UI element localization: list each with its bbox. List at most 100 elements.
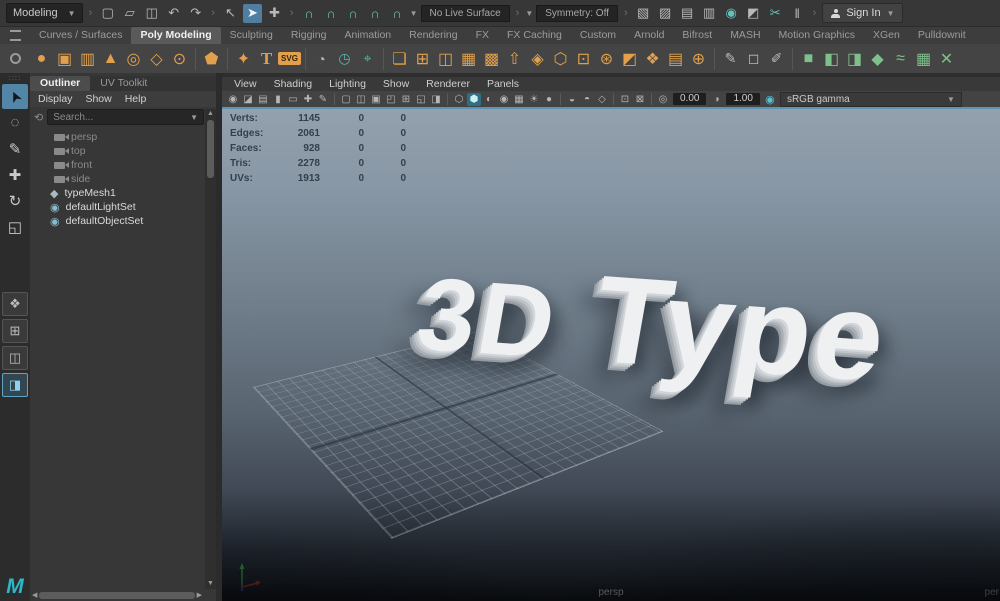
snap-curve-button[interactable]: ∩ <box>322 4 341 23</box>
shelf-tab-bifrost[interactable]: Bifrost <box>673 27 721 44</box>
tab-outliner[interactable]: Outliner <box>30 76 90 91</box>
svg-tool-icon[interactable]: SVG <box>278 47 301 71</box>
scroll-right-icon[interactable]: ▶ <box>197 591 202 599</box>
scale-tool-button[interactable]: ◱ <box>2 214 28 239</box>
list-item-typemesh1[interactable]: ◆typeMesh1 <box>30 186 216 200</box>
edit-handles-icon[interactable]: ◻ <box>742 47 765 71</box>
render-settings-button[interactable]: ▤ <box>678 4 697 23</box>
lock-camera-icon[interactable]: ◪ <box>241 93 255 106</box>
symmetry-field[interactable]: Symmetry: Off <box>536 5 618 22</box>
viewport-menu-view[interactable]: View <box>234 78 257 90</box>
select-camera-icon[interactable]: ◉ <box>226 93 240 106</box>
mirror-icon[interactable]: ◫ <box>434 47 457 71</box>
layout-split-h-icon[interactable]: ◱ <box>414 93 428 106</box>
snap-grid-button[interactable]: ∩ <box>300 4 319 23</box>
chevron-down-icon[interactable]: ▼ <box>410 9 418 18</box>
texture-bake-button[interactable]: ◉ <box>722 4 741 23</box>
layout-three-icon[interactable]: ◰ <box>384 93 398 106</box>
textured-mode-icon[interactable]: ◐ <box>482 93 496 106</box>
layout-two-pane-button[interactable]: ◫ <box>2 346 28 370</box>
isolate-select-icon[interactable]: ⊡ <box>618 93 632 106</box>
pan-zoom-icon[interactable]: ✚ <box>301 93 315 106</box>
multi-cut-icon[interactable]: ▩ <box>480 47 503 71</box>
curve-warp-icon[interactable]: ◔ <box>310 47 333 71</box>
ipr-render-button[interactable]: ▨ <box>656 4 675 23</box>
mash-breakout-icon[interactable]: ✕ <box>935 47 958 71</box>
wireframe-icon[interactable]: ⬡ <box>452 93 466 106</box>
target-weld-icon[interactable]: ⊡ <box>572 47 595 71</box>
shelf-tab-pulldownit[interactable]: Pulldownit <box>909 27 975 44</box>
shadows-icon[interactable]: ● <box>542 93 556 106</box>
move-to-origin-icon[interactable]: ⌖ <box>356 47 379 71</box>
bevel-icon[interactable]: ◈ <box>526 47 549 71</box>
viewport-menu-panels[interactable]: Panels <box>487 78 519 90</box>
time-editor-icon[interactable]: ◷ <box>333 47 356 71</box>
pause-button[interactable]: ‖ <box>788 4 807 23</box>
tab-uv-toolkit[interactable]: UV Toolkit <box>90 76 157 91</box>
quad-draw-icon[interactable]: ✐ <box>765 47 788 71</box>
outliner-menu-help[interactable]: Help <box>125 93 147 105</box>
shelf-tab-rigging[interactable]: Rigging <box>282 27 336 44</box>
shelf-tab-poly-modeling[interactable]: Poly Modeling <box>131 27 220 44</box>
combine-icon[interactable]: ❏ <box>388 47 411 71</box>
outliner-menu-show[interactable]: Show <box>85 93 111 105</box>
scrollbar-thumb[interactable] <box>207 120 214 178</box>
scroll-down-icon[interactable]: ▼ <box>207 579 214 589</box>
select-hierarchy-button[interactable]: ↖ <box>221 4 240 23</box>
snap-point-button[interactable]: ∩ <box>344 4 363 23</box>
list-item-top[interactable]: top <box>30 144 216 158</box>
shelf-menu-button[interactable] <box>0 27 30 44</box>
lights-icon[interactable]: ☀ <box>527 93 541 106</box>
poly-disc-icon[interactable]: ⊙ <box>168 47 191 71</box>
paint-select-tool-button[interactable]: ✎ <box>2 136 28 161</box>
sign-in-button[interactable]: Sign In ▼ <box>822 3 903 23</box>
scroll-left-icon[interactable]: ◀ <box>32 591 37 599</box>
shelf-tab-motion-graphics[interactable]: Motion Graphics <box>770 27 864 44</box>
new-scene-button[interactable]: ▢ <box>98 4 117 23</box>
chevron-down-icon[interactable]: ▼ <box>525 9 533 18</box>
scrollbar-thumb[interactable] <box>39 592 194 599</box>
layout-four-icon[interactable]: ⊞ <box>399 93 413 106</box>
exposure-field[interactable]: 0.00 <box>673 93 706 105</box>
image-plane-icon[interactable]: ▭ <box>286 93 300 106</box>
shelf-tab-curves-surfaces[interactable]: Curves / Surfaces <box>30 27 131 44</box>
layout-single-icon[interactable]: ▢ <box>339 93 353 106</box>
cut-ui-button[interactable]: ✂ <box>766 4 785 23</box>
camera-attributes-icon[interactable]: ▤ <box>256 93 270 106</box>
snap-projected-button[interactable]: ∩ <box>366 4 385 23</box>
layout-single-pane-button[interactable]: ❖ <box>2 292 28 316</box>
platonic-solid-icon[interactable]: ⬟ <box>200 47 223 71</box>
layout-four-pane-button[interactable]: ⊞ <box>2 319 28 343</box>
mash-grid-icon[interactable]: ▦ <box>912 47 935 71</box>
xray-icon[interactable]: ⊠ <box>633 93 647 106</box>
shelf-tab-fx[interactable]: FX <box>467 27 498 44</box>
exposure-icon[interactable]: ◎ <box>656 93 670 106</box>
shelf-tab-animation[interactable]: Animation <box>335 27 400 44</box>
conform-icon[interactable]: ❖ <box>641 47 664 71</box>
mash-distribute-icon[interactable]: ■ <box>797 47 820 71</box>
shelf-tab-arnold[interactable]: Arnold <box>625 27 673 44</box>
poly-cone-icon[interactable]: ▲ <box>99 47 122 71</box>
layout-two-icon[interactable]: ◫ <box>354 93 368 106</box>
grip-handle[interactable]: ∷∷ <box>9 77 21 81</box>
materials-icon[interactable]: ◉ <box>497 93 511 106</box>
lattice-icon[interactable]: ▤ <box>664 47 687 71</box>
undo-button[interactable]: ↶ <box>164 4 183 23</box>
mash-dynamics-icon[interactable]: ◆ <box>866 47 889 71</box>
select-component-button[interactable]: ✚ <box>265 4 284 23</box>
motion-blur-icon[interactable]: ◓ <box>580 93 594 106</box>
snap-viewplane-button[interactable]: ∩ <box>388 4 407 23</box>
viewport-menu-renderer[interactable]: Renderer <box>426 78 470 90</box>
poly-sphere-icon[interactable]: ● <box>30 47 53 71</box>
list-item-persp[interactable]: persp <box>30 130 216 144</box>
shelf-tab-rendering[interactable]: Rendering <box>400 27 466 44</box>
fill-hole-icon[interactable]: ▦ <box>457 47 480 71</box>
shaded-mode-icon[interactable]: ⬢ <box>467 93 481 106</box>
list-item-defaultobjectset[interactable]: ◉defaultObjectSet <box>30 214 216 228</box>
shelf-tab-fx-caching[interactable]: FX Caching <box>498 27 571 44</box>
layout-box-icon[interactable]: ▣ <box>369 93 383 106</box>
outliner-vertical-scrollbar[interactable]: ▲ ▼ <box>205 109 216 589</box>
depth-of-field-icon[interactable]: ◇ <box>595 93 609 106</box>
list-item-defaultlightset[interactable]: ◉defaultLightSet <box>30 200 216 214</box>
viewport-canvas[interactable]: 3D Type Verts:114500 Edges:206100 Faces:… <box>222 107 1000 601</box>
